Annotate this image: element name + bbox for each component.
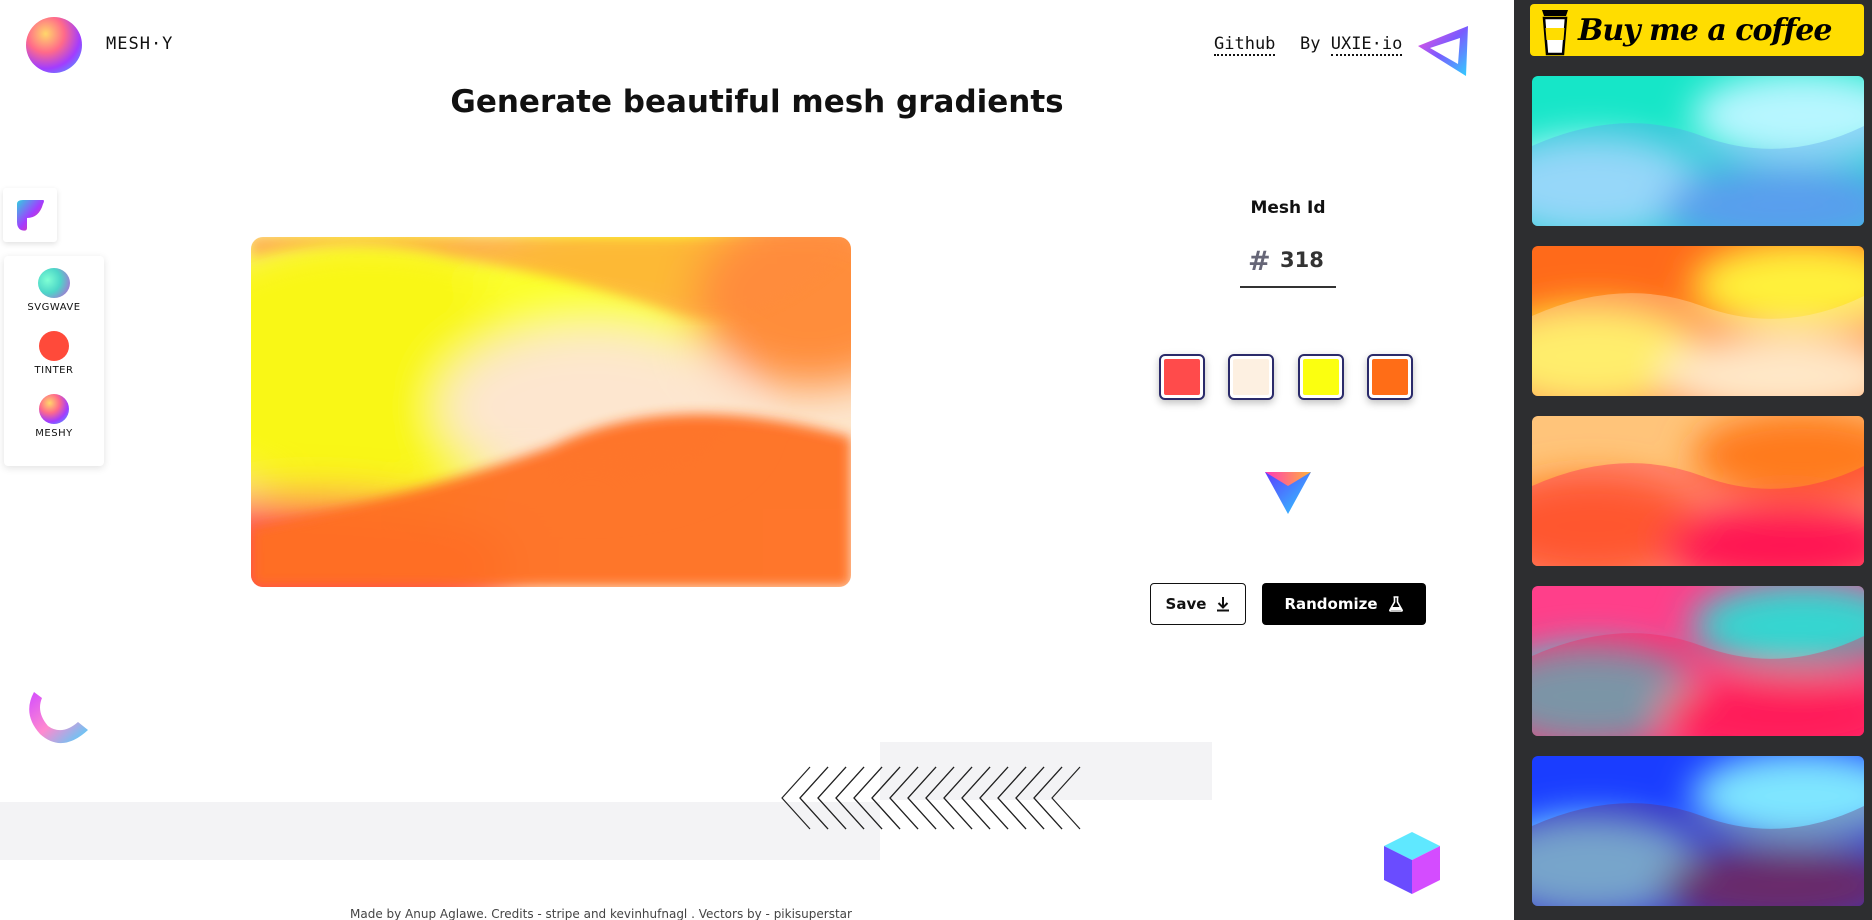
dock-item-tinter[interactable]: TINTER [4,331,104,376]
chevron-pattern-icon [781,766,1081,830]
thumbnail-gradient [1532,76,1864,226]
thumbnail-gradient [1532,586,1864,736]
prism-icon [1265,472,1311,514]
footer-credits: Made by Anup Aglawe. Credits - stripe an… [350,907,852,920]
chevron-stroke [925,766,973,830]
dock-item-svgwave[interactable]: SVGWAVE [4,268,104,313]
mesh-gradient-preview [251,237,851,587]
uxie-dock-logo[interactable] [3,188,57,242]
decorative-band [0,802,880,860]
dock-item-meshy[interactable]: MESHY [4,394,104,439]
github-link-label: Github [1214,34,1276,56]
color-swatch-2[interactable] [1228,354,1274,400]
dock-item-label: TINTER [34,365,74,376]
chevron-stroke [1033,766,1081,830]
chevron-stroke [781,766,829,830]
swatch-fill [1233,359,1269,395]
thumbnail-gradient [1532,416,1864,566]
chevron-stroke [853,766,901,830]
page-headline: Generate beautiful mesh gradients [450,84,1064,120]
thumbnail-gradient [1532,246,1864,396]
chevron-stroke [817,766,865,830]
swatch-fill [1303,359,1339,395]
color-swatch-4[interactable] [1367,354,1413,400]
save-button-label: Save [1165,595,1207,613]
dock-item-label: MESHY [35,428,73,439]
thumbnail-gradient [1532,756,1864,906]
mesh-id-field: # [1240,240,1336,288]
meshy-logo[interactable] [26,17,82,73]
gallery-thumbnail[interactable] [1532,416,1864,566]
gallery-sidebar: Buy me a coffee [1514,0,1872,920]
chevron-stroke [997,766,1045,830]
save-button[interactable]: Save [1150,583,1246,625]
tinter-icon [39,331,69,361]
randomize-button[interactable]: Randomize [1262,583,1426,625]
dock-item-label: SVGWAVE [27,302,81,313]
github-link[interactable]: Github [1214,34,1276,56]
swatch-fill [1372,359,1408,395]
chevron-stroke [1015,766,1063,830]
color-swatch-3[interactable] [1298,354,1344,400]
gallery-thumbnail[interactable] [1532,76,1864,226]
chevron-stroke [979,766,1027,830]
gallery-thumbnail[interactable] [1532,756,1864,906]
chevron-stroke [889,766,937,830]
brand-name: MESH·Y [106,34,174,54]
svgwave-icon [38,268,70,298]
chevron-stroke [961,766,1009,830]
uxie-logo-icon [17,200,44,231]
download-icon [1217,597,1230,612]
hash-symbol: # [1248,246,1271,277]
chevron-stroke [835,766,883,830]
half-ring-icon [29,692,88,744]
mesh-id-input[interactable] [1280,248,1336,272]
cube-icon [1384,832,1440,894]
swatch-fill [1164,359,1200,395]
uxie-link[interactable]: By UXIE·io [1300,34,1403,56]
by-prefix: By [1300,34,1331,54]
chevron-stroke [799,766,847,830]
gallery-thumbnail[interactable] [1532,586,1864,736]
mesh-id-label: Mesh Id [1250,198,1326,218]
coffee-label: Buy me a coffee [1578,12,1832,48]
chevron-stroke [907,766,955,830]
chevron-stroke [871,766,919,830]
meshy-icon [39,394,69,424]
flask-icon [1388,596,1403,612]
gallery-thumbnail[interactable] [1532,246,1864,396]
main-area: MESH·Y Github By UXIE·io Generate beauti… [0,0,1514,920]
color-swatch-1[interactable] [1159,354,1205,400]
tools-dock: SVGWAVE TINTER MESHY [4,256,104,466]
chevron-stroke [943,766,991,830]
randomize-button-label: Randomize [1284,595,1378,613]
buy-me-a-coffee-button[interactable]: Buy me a coffee [1530,4,1864,56]
uxie-link-label: UXIE·io [1330,34,1403,56]
triangle-logo-icon [1418,26,1468,76]
coffee-cup-icon [1542,10,1568,56]
